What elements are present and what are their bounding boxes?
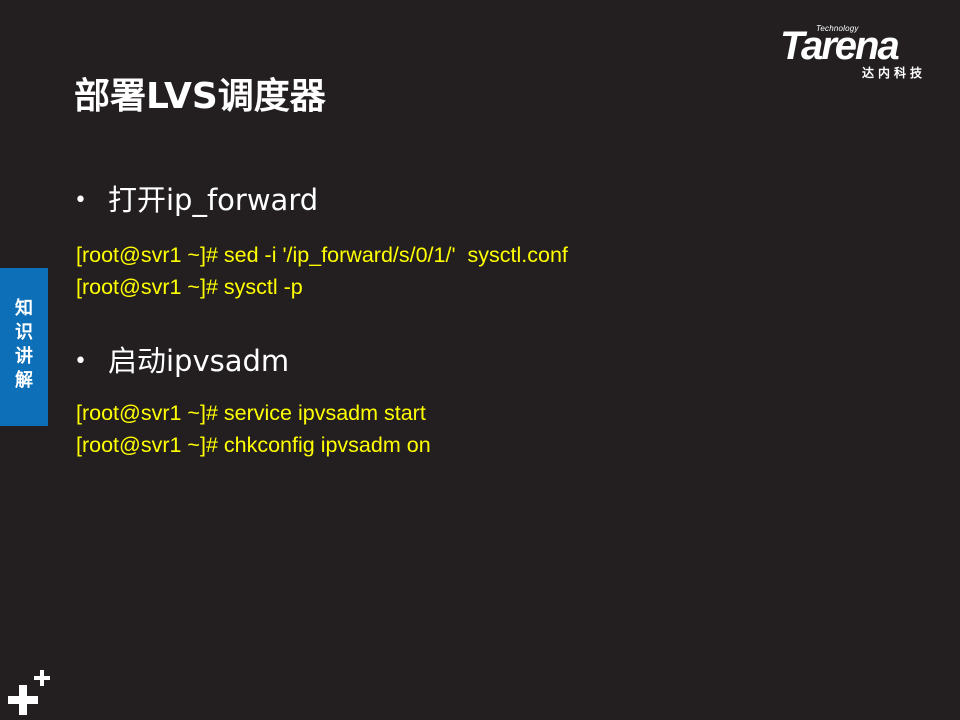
code-line: [root@svr1 ~]# sed -i '/ip_forward/s/0/1… bbox=[76, 243, 568, 267]
side-tab-char: 解 bbox=[15, 370, 33, 391]
code-line: [root@svr1 ~]# service ipvsadm start bbox=[76, 401, 426, 425]
bullet-item: • 打开ip_forward bbox=[74, 182, 318, 219]
tarena-logo: Technology Tarena 达内科技 bbox=[780, 24, 946, 84]
slide-title: 部署LVS调度器 bbox=[74, 76, 326, 117]
side-tab-knowledge: 知 识 讲 解 bbox=[0, 268, 48, 426]
plus-icon bbox=[8, 670, 50, 715]
bullet-item: • 启动ipvsadm bbox=[74, 343, 289, 380]
side-tab-char: 识 bbox=[15, 322, 33, 343]
logo-wordmark: Tarena bbox=[780, 24, 900, 68]
bullet-dot: • bbox=[74, 188, 87, 213]
bullet-heading: 启动ipvsadm bbox=[108, 344, 290, 378]
code-line: [root@svr1 ~]# chkconfig ipvsadm on bbox=[76, 433, 431, 457]
bullet-dot: • bbox=[74, 349, 87, 374]
code-line: [root@svr1 ~]# sysctl -p bbox=[76, 275, 303, 299]
bullet-heading: 打开ip_forward bbox=[108, 183, 319, 217]
slide: Technology Tarena 达内科技 部署LVS调度器 知 识 讲 解 … bbox=[0, 0, 960, 720]
logo-chinese: 达内科技 bbox=[862, 66, 927, 80]
side-tab-char: 讲 bbox=[15, 346, 33, 367]
side-tab-char: 知 bbox=[15, 298, 33, 319]
